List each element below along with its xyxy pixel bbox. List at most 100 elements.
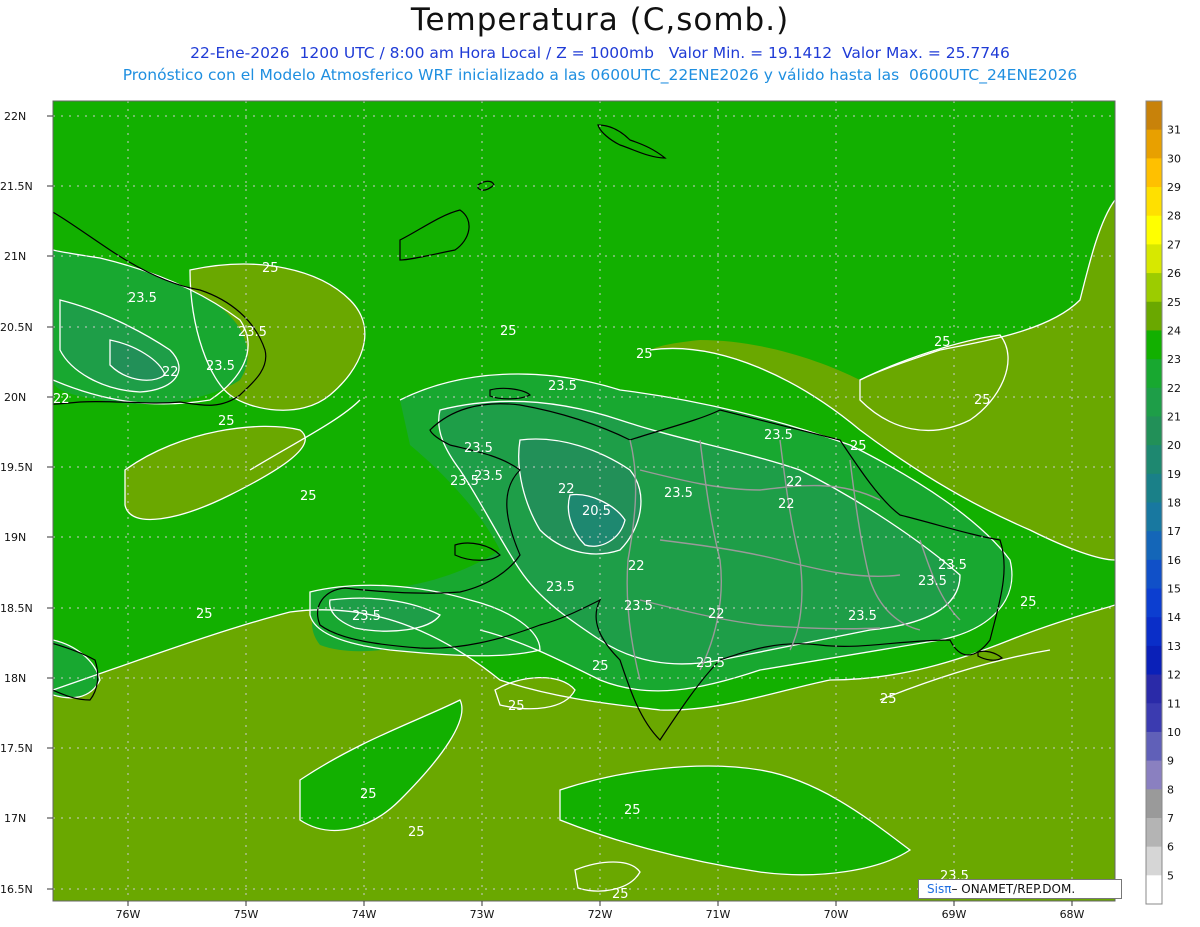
lat-label: 20N [4,391,26,404]
colorbar-swatch [1146,330,1162,360]
colorbar-label: 21 [1167,410,1181,423]
colorbar-swatch [1146,301,1162,331]
contour-label: 22 [708,607,725,622]
colorbar-swatch [1146,731,1162,762]
contour-label: 25 [262,261,279,276]
contour-label: 23.5 [764,428,793,443]
colorbar-swatch [1146,101,1162,131]
lat-label: 19.5N [0,461,33,474]
colorbar-label: 13 [1167,640,1181,653]
contour-label: 23.5 [664,486,693,501]
lat-label: 18.5N [0,602,33,615]
colorbar-label: 16 [1167,554,1181,567]
contour-label: 25 [974,393,991,408]
colorbar-swatch [1146,588,1162,618]
lat-label: 17N [4,812,26,825]
lon-label: 71W [706,908,731,921]
lat-label: 16.5N [0,883,33,896]
contour-label: 25 [612,887,629,902]
colorbar-swatch [1146,445,1162,475]
contour-label: 25 [500,324,517,339]
colorbar-swatch [1146,559,1162,590]
colorbar-label: 25 [1167,296,1181,309]
colorbar-label: 5 [1167,869,1174,882]
colorbar-label: 11 [1167,697,1181,710]
contour-label: 25 [850,439,867,454]
colorbar-swatch [1146,215,1162,245]
contour-label: 25 [360,787,377,802]
colorbar-swatch [1146,502,1162,532]
colorbar-label: 12 [1167,669,1181,682]
contour-label: 25 [300,489,317,504]
contour-label: 23.5 [206,359,235,374]
map-figure: 25 23.5 23.5 22 23.5 22 25 25 25 25 25 2… [0,100,1181,921]
model-info-line: Pronóstico con el Modelo Atmosferico WRF… [122,66,1078,84]
contour-label: 25 [880,692,897,707]
contour-label: 23.5 [352,609,381,624]
valid-time-line: 22-Ene-2026 1200 UTC / 8:00 am Hora Loca… [190,44,1010,62]
colorbar-swatch [1146,244,1162,274]
credit-box: Sisπ– ONAMET/REP.DOM. [918,879,1122,899]
colorbar-swatch [1146,674,1162,704]
colorbar-swatch [1146,760,1162,790]
colorbar: 31 30 29 28 27 26 25 24 23 22 21 20 19 18 17 16 15 14 13 12… [1145,100,1181,905]
lat-label: 20.5N [0,321,33,334]
contour-label: 25 [934,335,951,350]
lon-label: 76W [116,908,141,921]
colorbar-label: 8 [1167,783,1174,796]
contour-label: 25 [508,699,525,714]
lon-label: 73W [470,908,495,921]
colorbar-label: 23 [1167,353,1181,366]
lat-label: 19N [4,531,26,544]
colorbar-swatch [1146,187,1162,217]
colorbar-label: 15 [1167,583,1181,596]
contour-label: 23.5 [918,574,947,589]
lat-ticks [47,115,53,890]
contour-label: 23.5 [128,291,157,306]
contour-label: 25 [1020,595,1037,610]
colorbar-swatch [1146,273,1162,303]
sispi-logo: Sisπ [927,882,952,896]
contour-label: 23.5 [464,441,493,456]
colorbar-label: 14 [1167,611,1181,624]
colorbar-label: 17 [1167,525,1181,538]
lat-label: 17.5N [0,742,33,755]
contour-label: 22 [778,497,795,512]
lon-label: 69W [942,908,967,921]
contour-label: 22 [628,559,645,574]
lon-label: 68W [1060,908,1085,921]
contour-label: 23.5 [238,325,267,340]
lat-label: 18N [4,672,26,685]
contour-label: 23.5 [546,580,575,595]
colorbar-label: 24 [1167,324,1181,337]
contour-label: 23.5 [548,379,577,394]
lat-label: 22N [4,110,26,123]
contour-label: 23.5 [848,609,877,624]
lat-label: 21.5N [0,180,33,193]
contour-label: 20.5 [582,504,611,519]
latitude-axis: 22N 21.5N 21N 20.5N 20N 19.5N 19N 18.5N … [0,110,33,896]
contour-label: 22 [162,365,179,380]
colorbar-label: 10 [1167,726,1181,739]
contour-label: 23.5 [624,599,653,614]
contour-label: 25 [196,607,213,622]
longitude-axis: 76W 75W 74W 73W 72W 71W 70W 69W 68W [116,908,1085,921]
lon-ticks [127,901,1073,906]
colorbar-label: 26 [1167,267,1181,280]
colorbar-swatch [1146,617,1162,647]
contour-label: 22 [786,475,803,490]
colorbar-swatch [1146,387,1162,417]
contour-label: 25 [408,825,425,840]
colorbar-label: 29 [1167,181,1181,194]
colorbar-label: 18 [1167,497,1181,510]
contour-label: 25 [624,803,641,818]
contour-label: 23.5 [938,558,967,573]
lon-label: 75W [234,908,259,921]
colorbar-swatch [1146,875,1162,905]
contour-label: 23.5 [474,469,503,484]
colorbar-swatch [1146,531,1162,561]
colorbar-label: 20 [1167,439,1181,452]
contour-label: 22 [558,482,575,497]
colorbar-swatch [1146,703,1162,733]
colorbar-label: 28 [1167,210,1181,223]
